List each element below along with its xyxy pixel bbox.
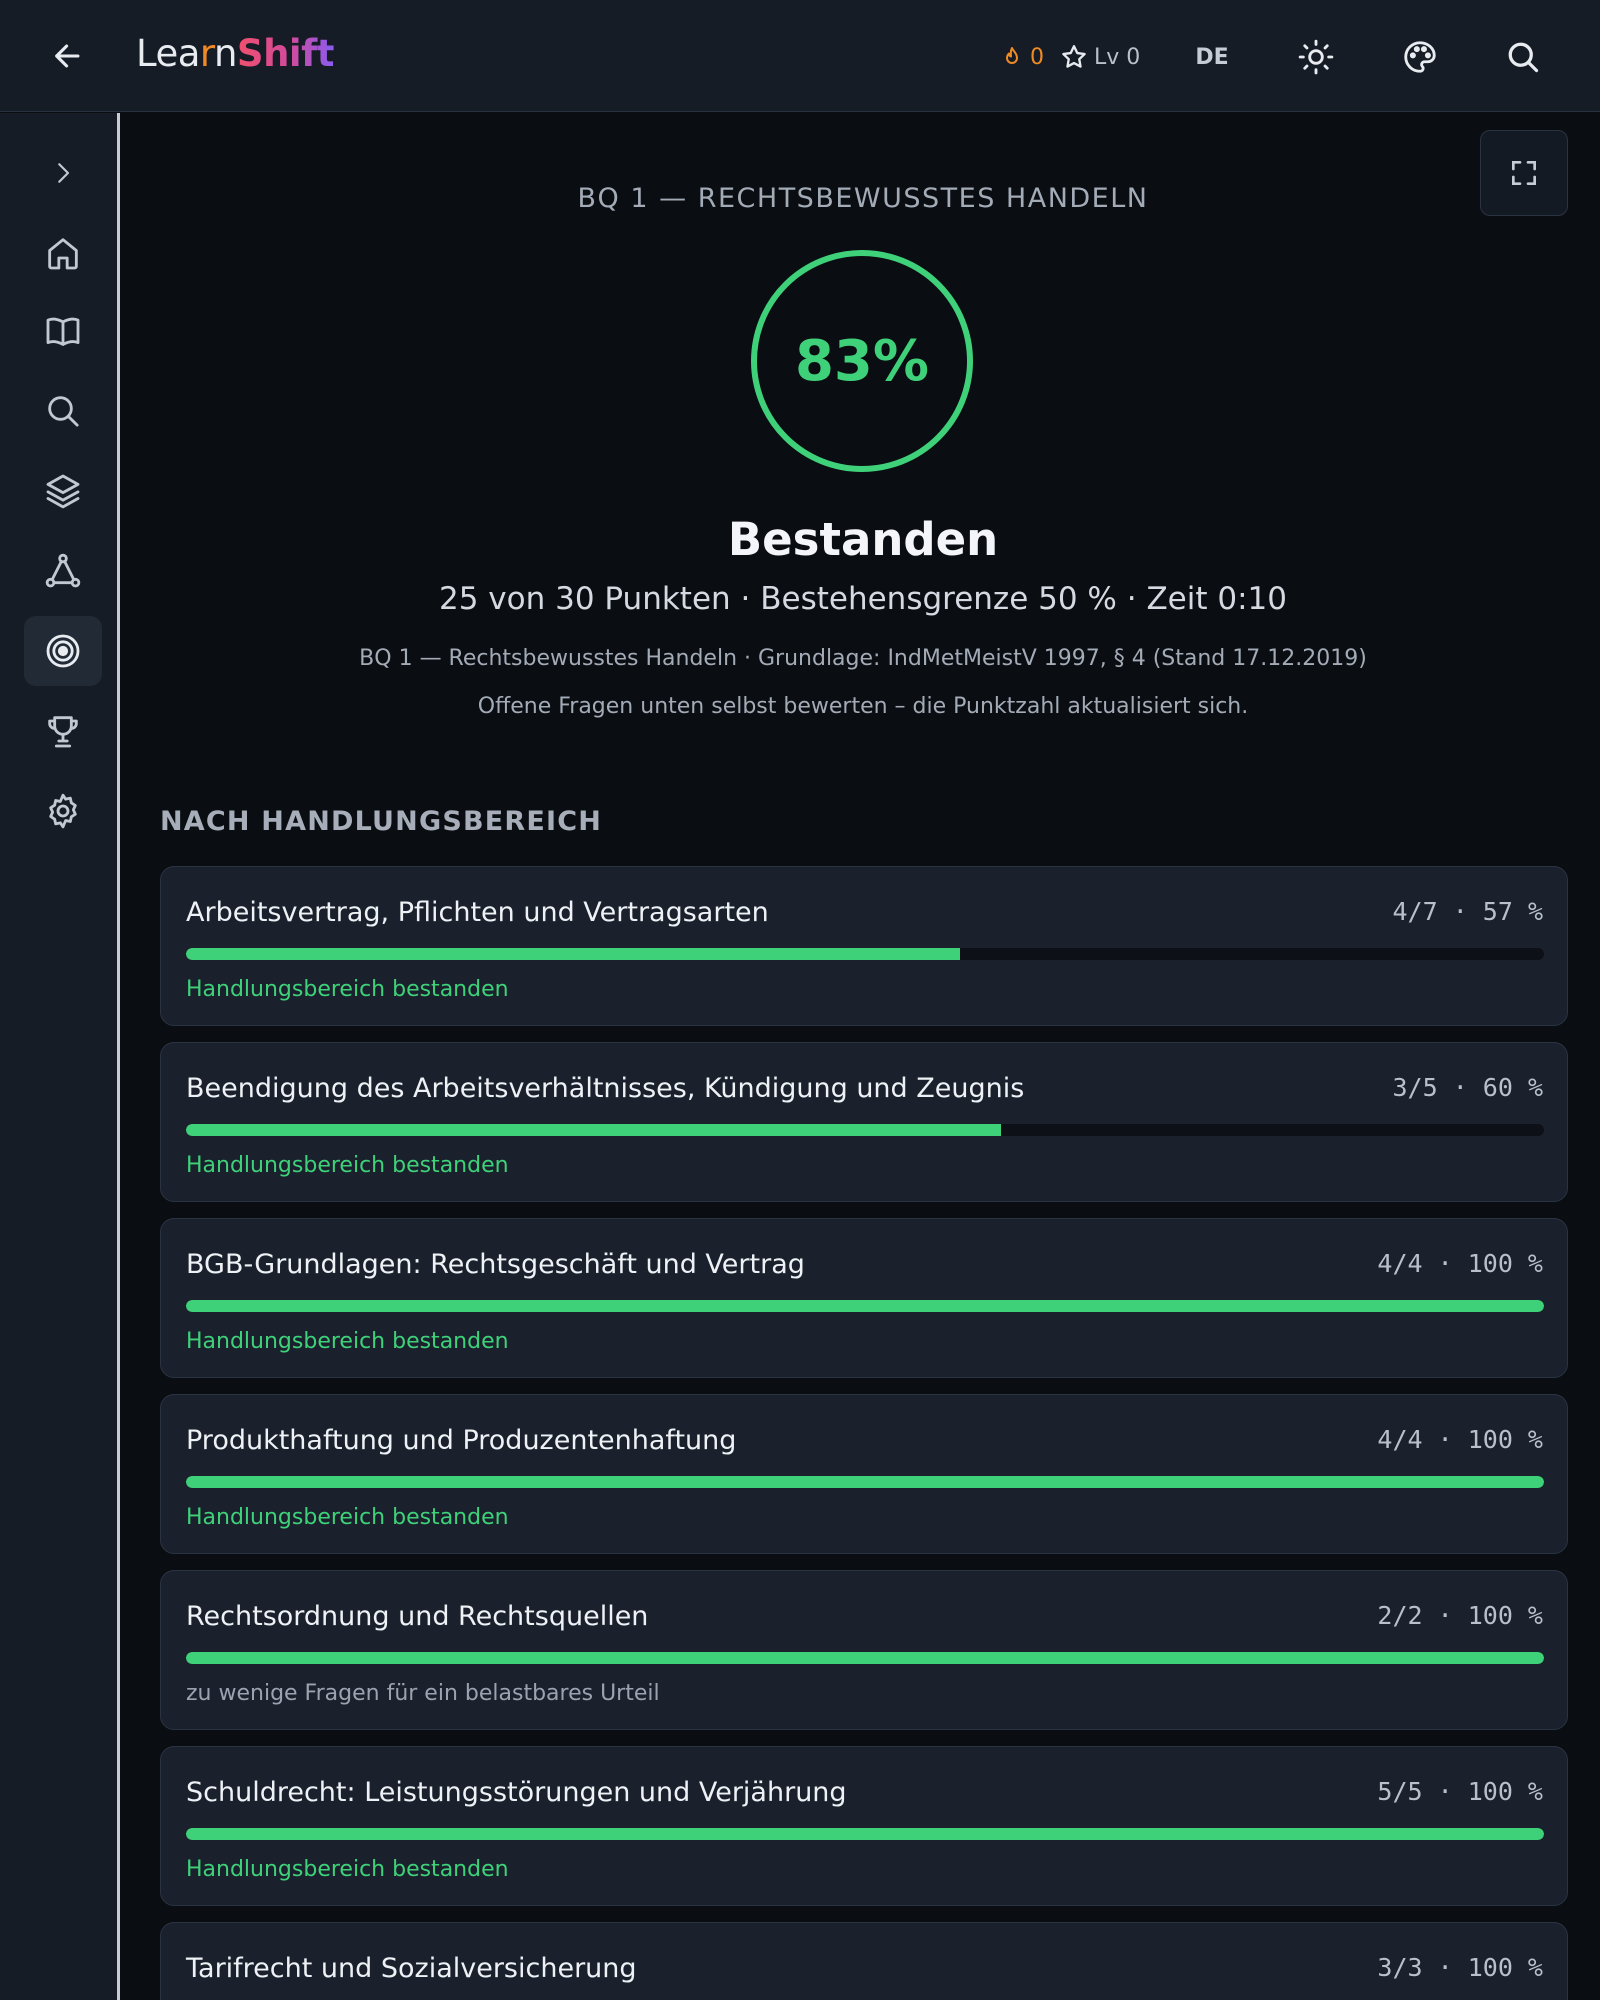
theme-toggle-button[interactable] bbox=[1292, 34, 1340, 80]
area-name: Rechtsordnung und Rechtsquellen bbox=[186, 1601, 649, 1632]
area-name: Tarifrecht und Sozialversicherung bbox=[186, 1953, 637, 1984]
palette-button[interactable] bbox=[1396, 34, 1444, 80]
sidebar-item-home[interactable] bbox=[24, 218, 102, 288]
back-arrow-icon bbox=[55, 44, 80, 68]
area-progress-bar bbox=[186, 1828, 1544, 1840]
result-verdict: Bestanden bbox=[727, 513, 999, 566]
area-progress-fill bbox=[186, 1652, 1544, 1664]
area-progress-fill bbox=[186, 1300, 1544, 1312]
sidebar-item-search[interactable] bbox=[24, 376, 102, 446]
layers-icon bbox=[46, 474, 80, 509]
area-progress-bar bbox=[186, 948, 1544, 960]
score-percent: 83% bbox=[794, 328, 930, 394]
area-progress-bar bbox=[186, 1476, 1544, 1488]
area-name: Schuldrecht: Leistungsstörungen und Verj… bbox=[186, 1777, 847, 1808]
search-button[interactable] bbox=[1499, 34, 1547, 80]
area-name: Produkthaftung und Produzentenhaftung bbox=[186, 1425, 737, 1456]
area-verdict: Handlungsbereich bestanden bbox=[186, 1153, 509, 1178]
area-verdict: Handlungsbereich bestanden bbox=[186, 977, 509, 1002]
star-icon bbox=[1062, 45, 1086, 68]
sidebar-item-layers[interactable] bbox=[24, 456, 102, 526]
search-icon bbox=[48, 396, 79, 427]
self-grading-hint: Offene Fragen unten selbst bewerten – di… bbox=[477, 694, 1249, 719]
area-name: Arbeitsvertrag, Pflichten und Vertragsar… bbox=[186, 897, 769, 928]
area-stats: 4/4 · 100 % bbox=[1377, 1425, 1543, 1454]
exam-basis: BQ 1 — Rechtsbewusstes Handeln · Grundla… bbox=[359, 646, 1367, 671]
area-stats: 4/7 · 57 % bbox=[1392, 897, 1543, 926]
level-indicator[interactable]: Lv 0 bbox=[1060, 40, 1140, 74]
palette-icon bbox=[1404, 41, 1436, 73]
sidebar bbox=[0, 113, 120, 2000]
score-summary: 25 von 30 Punkten · Bestehensgrenze 50 %… bbox=[438, 581, 1287, 617]
chevron-right-icon bbox=[58, 163, 70, 183]
sidebar-item-target[interactable] bbox=[24, 616, 102, 686]
sidebar-item-gear[interactable] bbox=[24, 776, 102, 846]
area-verdict: Handlungsbereich bestanden bbox=[186, 1505, 509, 1530]
area-card[interactable]: BGB-Grundlagen: Rechtsgeschäft und Vertr… bbox=[160, 1218, 1568, 1378]
area-progress-bar bbox=[186, 1300, 1544, 1312]
area-name: Beendigung des Arbeitsverhältnisses, Kün… bbox=[186, 1073, 1025, 1104]
graph-icon bbox=[45, 553, 81, 588]
area-name: BGB-Grundlagen: Rechtsgeschäft und Vertr… bbox=[186, 1249, 805, 1280]
area-progress-bar bbox=[186, 1124, 1544, 1136]
sidebar-item-trophy[interactable] bbox=[24, 696, 102, 766]
gear-icon bbox=[49, 793, 77, 829]
area-verdict: Handlungsbereich bestanden bbox=[186, 1329, 509, 1354]
target-icon bbox=[46, 634, 80, 668]
sidebar-expand-button[interactable] bbox=[24, 138, 102, 208]
area-stats: 5/5 · 100 % bbox=[1377, 1777, 1543, 1806]
back-button[interactable] bbox=[46, 36, 90, 76]
sun-icon bbox=[1298, 39, 1334, 75]
area-card[interactable]: Rechtsordnung und Rechtsquellen 2/2 · 100… bbox=[160, 1570, 1568, 1730]
area-verdict: Handlungsbereich bestanden bbox=[186, 1857, 509, 1882]
area-progress-fill bbox=[186, 1124, 1001, 1136]
level-label: Lv 0 bbox=[1094, 44, 1141, 70]
area-progress-fill bbox=[186, 948, 961, 960]
language-button[interactable]: DE bbox=[1180, 36, 1244, 78]
app-logo[interactable]: Learn Shift bbox=[136, 32, 334, 82]
search-icon bbox=[1508, 42, 1539, 73]
sidebar-item-graph[interactable] bbox=[24, 536, 102, 606]
top-bar: Learn Shift 0 Lv 0 DE bbox=[0, 0, 1600, 112]
area-stats: 2/2 · 100 % bbox=[1377, 1601, 1543, 1630]
area-card[interactable]: Beendigung des Arbeitsverhältnisses, Kün… bbox=[160, 1042, 1568, 1202]
area-card[interactable]: Tarifrecht und Sozialversicherung 3/3 · 1… bbox=[160, 1922, 1568, 2000]
area-progress-fill bbox=[186, 1476, 1544, 1488]
streak-counter[interactable]: 0 bbox=[1000, 40, 1044, 74]
section-heading-areas: NACH HANDLUNGSBEREICH bbox=[160, 806, 603, 837]
logo-shift: Shift bbox=[236, 32, 334, 75]
area-stats: 4/4 · 100 % bbox=[1377, 1249, 1543, 1278]
logo-learn: Learn bbox=[136, 32, 237, 75]
area-card[interactable]: Schuldrecht: Leistungsstörungen und Verj… bbox=[160, 1746, 1568, 1906]
sidebar-item-book[interactable] bbox=[24, 296, 102, 366]
area-stats: 3/5 · 60 % bbox=[1392, 1073, 1543, 1102]
trophy-icon bbox=[48, 716, 78, 748]
area-progress-fill bbox=[186, 1828, 1544, 1840]
area-stats: 3/3 · 100 % bbox=[1377, 1953, 1543, 1982]
area-progress-bar bbox=[186, 1652, 1544, 1664]
home-icon bbox=[48, 238, 78, 270]
flame-icon bbox=[1006, 47, 1018, 64]
exam-title: BQ 1 — RECHTSBEWUSSTES HANDELN bbox=[577, 183, 1149, 214]
book-icon bbox=[46, 317, 80, 346]
main-content: BQ 1 — RECHTSBEWUSSTES HANDELN 83% Besta… bbox=[123, 113, 1600, 2000]
area-card[interactable]: Arbeitsvertrag, Pflichten und Vertragsar… bbox=[160, 866, 1568, 1026]
streak-count: 0 bbox=[1030, 44, 1044, 70]
area-card[interactable]: Produkthaftung und Produzentenhaftung 4/4… bbox=[160, 1394, 1568, 1554]
area-verdict: zu wenige Fragen für ein belastbares Urt… bbox=[186, 1681, 660, 1706]
